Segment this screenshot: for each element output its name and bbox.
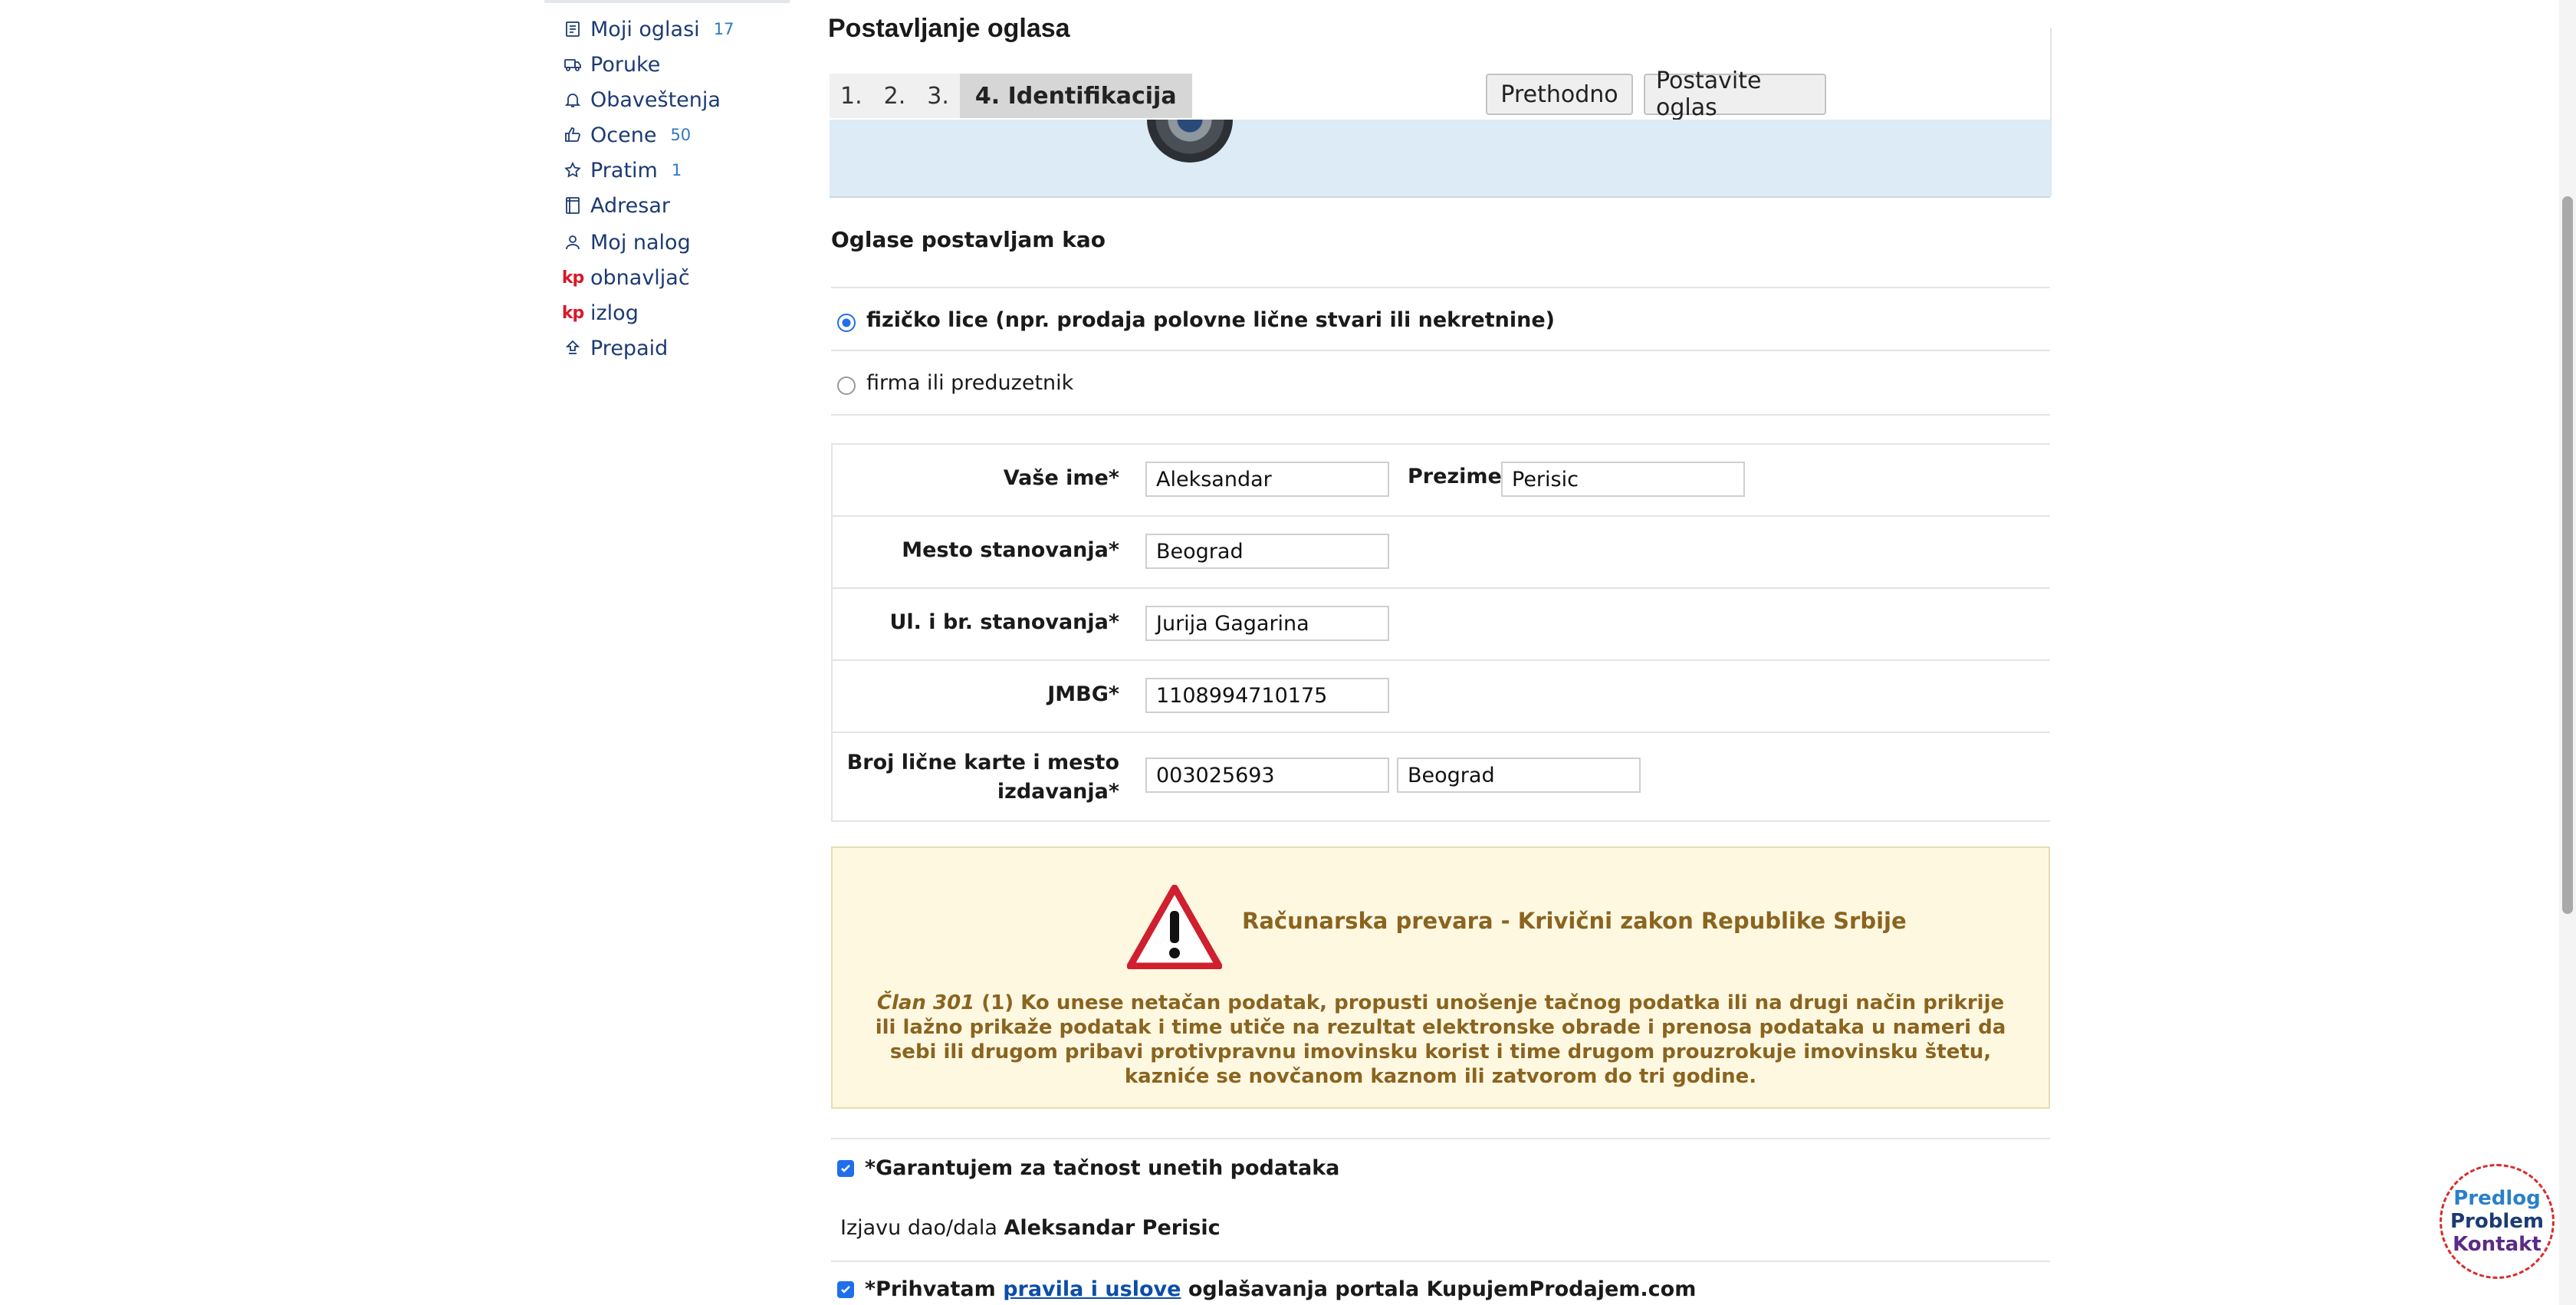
thumb-up-icon (563, 125, 583, 145)
city-field[interactable]: Beograd (1145, 534, 1389, 569)
section-label: Oglase postavljam kao (831, 227, 1106, 252)
sidebar-item-label: Poruke (590, 52, 661, 77)
confirmation-section: *Garantujem za tačnost unetih podataka I… (831, 1138, 2050, 1301)
id-card-number-field[interactable]: 003025693 (1145, 758, 1389, 793)
declaration-prefix: Izjavu dao/dala (840, 1216, 1004, 1240)
last-name-label: Prezime* (1408, 465, 1513, 488)
terms-prefix: *Prihvatam (865, 1277, 1004, 1301)
sidebar-item-label: Ocene (590, 123, 657, 147)
fraud-warning-box: Računarska prevara - Krivični zakon Repu… (831, 846, 2050, 1109)
guarantee-checkbox[interactable] (837, 1159, 854, 1177)
panel-edge (2050, 28, 2052, 196)
count-badge: 17 (713, 20, 734, 38)
address-book-icon (563, 196, 583, 215)
tab-step-4-identifikacija[interactable]: 4. Identifikacija (959, 74, 1192, 118)
step-tabs: 1. 2. 3. 4. Identifikacija (830, 74, 1192, 118)
radio-option-company[interactable]: firma ili preduzetnik (831, 350, 2050, 416)
form-row-street: Ul. i br. stanovanja* Jurija Gagarina (833, 589, 2050, 661)
id-card-label-line1: Broj lične karte i mesto (846, 751, 1119, 774)
main-panel: Postavljanje oglasa 1. 2. 3. 4. Identifi… (828, 0, 2052, 1305)
sidebar-item-obnavljac[interactable]: kp obnavljač (561, 262, 690, 293)
tab-step-3[interactable]: 3. (916, 74, 960, 118)
sidebar-item-label: obnavljač (590, 265, 690, 290)
radio-button[interactable] (837, 376, 856, 395)
sidebar-item-moji-oglasi[interactable]: Moji oglasi 17 (563, 14, 734, 44)
form-row-city: Mesto stanovanja* Beograd (833, 517, 2050, 589)
scrollbar-thumb[interactable] (2562, 196, 2573, 914)
kp-logo: kp (561, 268, 584, 288)
radio-button-selected[interactable] (837, 314, 856, 332)
declaration-text: Izjavu dao/dala Aleksandar Perisic (840, 1216, 1221, 1240)
tab-step-2[interactable]: 2. (872, 74, 917, 118)
sidebar-item-label: Pratim (590, 158, 658, 182)
declaration-name: Aleksandar Perisic (1004, 1216, 1221, 1240)
guarantee-checkbox-row[interactable]: *Garantujem za tačnost unetih podataka (837, 1156, 1339, 1180)
sidebar-item-obavestenja[interactable]: Obaveštenja (563, 84, 721, 115)
radio-label: firma ili preduzetnik (866, 370, 1074, 395)
street-label: Ul. i br. stanovanja* (889, 610, 1119, 634)
product-image (1147, 120, 1233, 163)
star-icon (563, 160, 583, 180)
sidebar-item-moj-nalog[interactable]: Moj nalog (563, 227, 691, 258)
sidebar-item-label: Moji oglasi (590, 17, 700, 41)
user-icon (563, 232, 583, 252)
warning-article: Član 301 (876, 991, 975, 1014)
sidebar-item-label: Prepaid (590, 336, 669, 360)
terms-label: *Prihvatam pravila i uslove oglašavanja … (865, 1277, 1696, 1301)
first-name-label: Vaše ime* (1003, 466, 1119, 490)
form-row-name: Vaše ime* Aleksandar Prezime* Perisic (833, 445, 2050, 517)
page-title: Postavljanje oglasa (828, 14, 1070, 43)
jmbg-field[interactable]: 1108994710175 (1145, 678, 1389, 713)
tab-step-1[interactable]: 1. (830, 74, 873, 118)
feedback-button[interactable]: Predlog Problem Kontakt (2440, 1164, 2555, 1279)
id-card-place-field[interactable]: Beograd (1397, 758, 1641, 793)
id-card-label: Broj lične karte i mesto izdavanja* (847, 748, 1119, 807)
city-label: Mesto stanovanja* (902, 538, 1119, 562)
street-field[interactable]: Jurija Gagarina (1145, 606, 1389, 641)
terms-link[interactable]: pravila i uslove (1003, 1277, 1181, 1301)
sidebar-item-label: Moj nalog (590, 230, 691, 255)
warning-text: Član 301 (1) Ko unese netačan podatak, p… (863, 991, 2018, 1089)
terms-checkbox[interactable] (837, 1280, 854, 1298)
sidebar-item-label: izlog (590, 301, 639, 325)
sidebar-item-pratim[interactable]: Pratim 1 (563, 155, 682, 186)
sidebar-item-adresar[interactable]: Adresar (563, 190, 670, 221)
sidebar-item-poruke[interactable]: Poruke (563, 49, 660, 80)
count-badge: 50 (670, 126, 692, 144)
form-row-jmbg: JMBG* 1108994710175 (833, 661, 2050, 733)
feedback-line-3: Kontakt (2453, 1233, 2542, 1256)
truck-icon (563, 54, 583, 74)
warning-triangle-icon (1127, 885, 1222, 969)
terms-suffix: oglašavanja portala KupujemProdajem.com (1181, 1277, 1697, 1301)
list-icon (563, 19, 583, 39)
sidebar-item-izlog[interactable]: kp izlog (561, 297, 639, 328)
id-card-label-line2: izdavanja* (997, 780, 1119, 804)
bell-icon (563, 90, 583, 110)
sidebar-item-label: Adresar (590, 193, 670, 218)
radio-label: fizičko lice (npr. prodaja polovne lične… (866, 307, 1555, 332)
last-name-field[interactable]: Perisic (1501, 462, 1745, 497)
terms-checkbox-row[interactable]: *Prihvatam pravila i uslove oglašavanja … (837, 1277, 1696, 1301)
feedback-line-2: Problem (2450, 1210, 2544, 1233)
warning-title: Računarska prevara - Krivični zakon Repu… (1242, 908, 1907, 934)
guarantee-label: *Garantujem za tačnost unetih podataka (865, 1156, 1340, 1180)
sidebar-item-ocene[interactable]: Ocene 50 (563, 120, 691, 150)
ad-image-preview (830, 120, 2050, 198)
sidebar-top-divider (544, 0, 790, 3)
feedback-line-1: Predlog (2453, 1187, 2541, 1210)
count-badge: 1 (671, 161, 682, 179)
first-name-field[interactable]: Aleksandar (1145, 462, 1389, 497)
sidebar-item-prepaid[interactable]: Prepaid (563, 333, 668, 363)
kp-logo: kp (561, 303, 584, 323)
form-row-id-card: Broj lične karte i mesto izdavanja* 0030… (833, 733, 2050, 820)
radio-option-individual[interactable]: fizičko lice (npr. prodaja polovne lične… (831, 287, 2050, 351)
sidebar-item-label: Obaveštenja (590, 87, 721, 112)
submit-ad-button[interactable]: Postavite oglas (1644, 67, 1826, 121)
divider (831, 1261, 2050, 1262)
upload-icon (563, 338, 583, 358)
jmbg-label: JMBG* (1047, 682, 1119, 706)
identification-form: Vaše ime* Aleksandar Prezime* Perisic Me… (831, 443, 2050, 822)
previous-button[interactable]: Prethodno (1486, 74, 1633, 115)
warning-body: (1) Ko unese netačan podatak, propusti u… (875, 991, 2006, 1088)
